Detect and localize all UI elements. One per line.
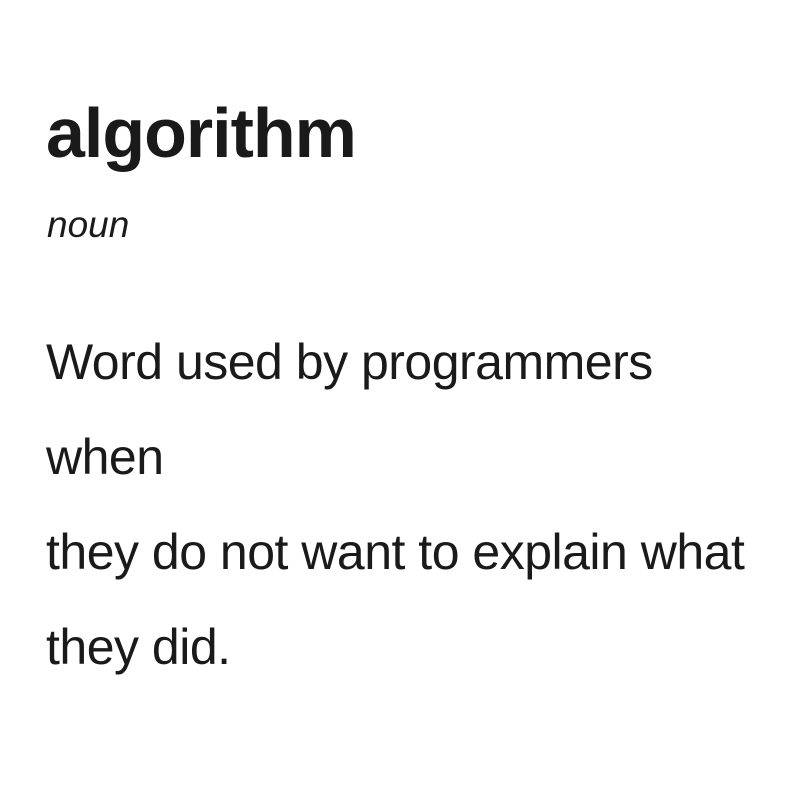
definition-line: they did. bbox=[46, 619, 231, 675]
headword: algorithm bbox=[46, 94, 357, 172]
definition-card: algorithm noun Word used by programmers … bbox=[0, 0, 800, 800]
definition-text: Word used by programmers when they do no… bbox=[46, 315, 761, 695]
part-of-speech: noun bbox=[47, 204, 130, 245]
definition-line: they do not want to explain what bbox=[46, 524, 745, 580]
definition-line: Word used by programmers when bbox=[46, 334, 653, 485]
